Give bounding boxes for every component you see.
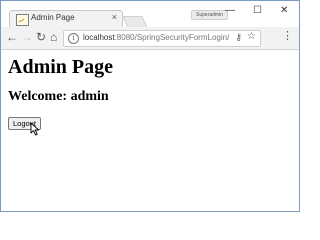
tab-close-icon[interactable]: ×: [112, 12, 117, 22]
bookmark-star-icon[interactable]: ☆: [247, 31, 256, 42]
url-path: :8080/SpringSecurityFormLogin/a...: [114, 33, 229, 42]
back-arrow-icon[interactable]: ←: [6, 30, 18, 44]
mouse-cursor-icon: [30, 122, 40, 136]
browser-menu-icon[interactable]: ⋮: [282, 29, 293, 43]
key-icon[interactable]: ⚷: [235, 32, 242, 43]
browser-window: Admin Page × Superadmin — ☐ ✕ ← → ↻ ⌂ i …: [0, 0, 300, 212]
profile-badge[interactable]: Superadmin: [191, 10, 228, 20]
tab-admin-page[interactable]: Admin Page ×: [9, 10, 123, 28]
address-bar[interactable]: i localhost:8080/SpringSecurityFormLogin…: [63, 30, 261, 47]
page-title: Admin Page: [8, 56, 113, 78]
url-text[interactable]: localhost:8080/SpringSecurityFormLogin/a…: [83, 33, 229, 42]
close-window-icon[interactable]: ✕: [280, 5, 288, 16]
tab-title: Admin Page: [31, 13, 75, 22]
url-host: localhost: [83, 33, 115, 42]
page-content: Admin Page Welcome: admin Logout: [1, 50, 299, 211]
maximize-icon[interactable]: ☐: [253, 5, 262, 16]
title-bar: Admin Page × Superadmin — ☐ ✕: [1, 1, 299, 28]
browser-toolbar: ← → ↻ ⌂ i localhost:8080/SpringSecurityF…: [1, 27, 299, 50]
reload-icon[interactable]: ↻: [36, 30, 46, 44]
site-info-icon[interactable]: i: [68, 33, 79, 44]
welcome-heading: Welcome: admin: [8, 89, 109, 104]
forward-arrow-icon[interactable]: →: [21, 30, 33, 44]
minimize-icon[interactable]: —: [225, 5, 235, 16]
page-favicon-icon: [16, 14, 29, 26]
home-icon[interactable]: ⌂: [50, 30, 57, 44]
